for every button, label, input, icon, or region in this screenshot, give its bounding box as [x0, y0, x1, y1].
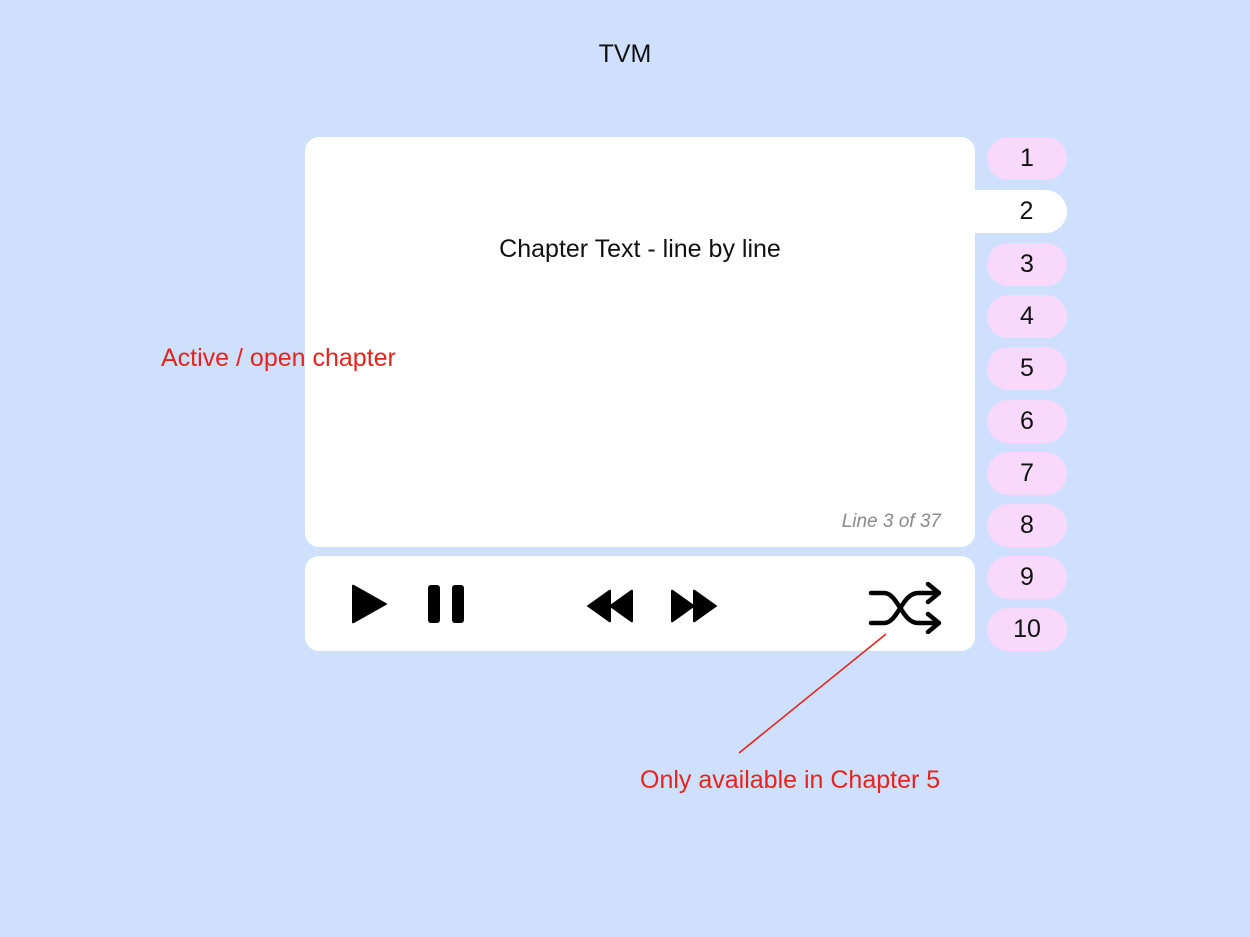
app-title: TVM [598, 40, 652, 68]
play-button[interactable] [350, 582, 390, 626]
chapter-text: Chapter Text - line by line [499, 235, 781, 263]
chapter-tab-label: 4 [1020, 302, 1034, 330]
chapter-tab-2[interactable]: 2 [975, 190, 1067, 233]
chapter-tab-8[interactable]: 8 [987, 504, 1067, 547]
chapter-tab-7[interactable]: 7 [987, 452, 1067, 495]
chapter-tab-label: 5 [1020, 354, 1034, 382]
chapter-tab-9[interactable]: 9 [987, 556, 1067, 599]
shuffle-button[interactable] [868, 582, 942, 634]
fast-forward-button[interactable] [669, 586, 719, 626]
pause-button[interactable] [426, 584, 466, 624]
annotation-shuffle-note: Only available in Chapter 5 [640, 766, 941, 794]
play-icon [352, 584, 387, 624]
chapter-tab-label: 10 [1013, 615, 1041, 643]
chapter-tab-1[interactable]: 1 [987, 137, 1067, 180]
annotation-active-chapter: Active / open chapter [161, 344, 396, 372]
chapter-tab-10[interactable]: 10 [987, 608, 1067, 651]
chapter-tab-3[interactable]: 3 [987, 243, 1067, 286]
rewind-icon [587, 589, 633, 623]
chapter-tab-label: 8 [1020, 511, 1034, 539]
fast-forward-icon [671, 589, 717, 623]
pause-icon [428, 585, 464, 623]
line-counter: Line 3 of 37 [841, 511, 941, 532]
chapter-tab-4[interactable]: 4 [987, 295, 1067, 338]
chapter-tab-label: 2 [1019, 197, 1034, 225]
rewind-button[interactable] [585, 586, 635, 626]
playback-controls [305, 556, 975, 651]
chapter-tab-5[interactable]: 5 [987, 347, 1067, 390]
shuffle-icon [868, 582, 942, 634]
chapter-tab-label: 1 [1020, 144, 1034, 172]
chapter-tab-label: 3 [1020, 250, 1034, 278]
chapter-tab-6[interactable]: 6 [987, 400, 1067, 443]
chapter-tab-label: 9 [1020, 563, 1034, 591]
chapter-tab-label: 7 [1020, 459, 1034, 487]
chapter-tab-label: 6 [1020, 407, 1034, 435]
chapter-text-panel: Chapter Text - line by line Line 3 of 37 [305, 137, 975, 547]
